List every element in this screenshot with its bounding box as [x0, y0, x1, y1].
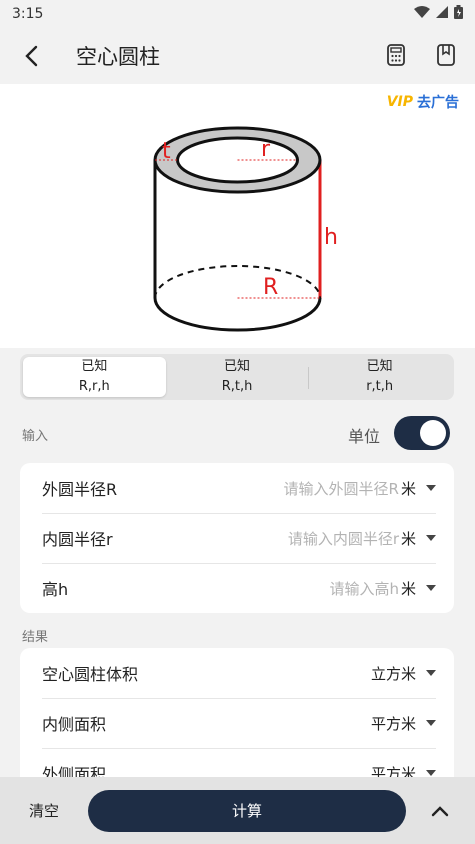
inner-radius-label: r — [261, 137, 271, 162]
signal-icon — [436, 6, 448, 22]
back-icon[interactable] — [0, 28, 62, 84]
chevron-down-icon[interactable] — [426, 585, 436, 591]
segment-line1: 已知 — [224, 359, 251, 374]
unit-toggle[interactable] — [394, 416, 450, 450]
outer-radius-row: 外圆半径R 请输入外圆半径R 米 — [20, 463, 454, 513]
chevron-down-icon[interactable] — [426, 670, 436, 676]
known-values-selector: 已知 R,r,h 已知 R,t,h 已知 r,t,h — [20, 354, 454, 400]
app-bar: 空心圆柱 — [0, 28, 475, 84]
app-bar-actions — [381, 40, 461, 70]
clear-button[interactable]: 清空 — [0, 800, 88, 821]
inner-area-label: 内侧面积 — [42, 715, 107, 734]
inner-radius-input[interactable]: 请输入内圆半径r — [288, 528, 399, 549]
input-card: 外圆半径R 请输入外圆半径R 米 内圆半径r 请输入内圆半径r 米 高h 请输入… — [20, 463, 454, 613]
result-card: 空心圆柱体积 立方米 内侧面积 平方米 外侧面积 平方米 — [20, 648, 454, 788]
segment-line1: 已知 — [81, 359, 108, 374]
status-icons — [414, 5, 463, 23]
inner-area-unit[interactable]: 平方米 — [371, 713, 416, 734]
segment-line2: r,t,h — [366, 379, 394, 394]
wifi-icon — [414, 6, 430, 22]
calculator-icon[interactable] — [381, 40, 411, 70]
result-section-label: 结果 — [22, 630, 49, 645]
volume-row: 空心圆柱体积 立方米 — [20, 648, 454, 698]
height-input[interactable]: 请输入高h — [329, 578, 399, 599]
chevron-up-icon[interactable] — [406, 805, 474, 817]
segment-r-t-h-inner[interactable]: 已知 r,t,h — [308, 357, 451, 397]
chevron-down-icon[interactable] — [426, 770, 436, 776]
segment-line1: 已知 — [366, 359, 393, 374]
segment-r-r-h[interactable]: 已知 R,r,h — [23, 357, 166, 397]
outer-radius-unit[interactable]: 米 — [401, 478, 416, 499]
outer-radius-label: R — [263, 275, 278, 300]
bookmark-icon[interactable] — [431, 40, 461, 70]
height-unit[interactable]: 米 — [401, 578, 416, 599]
battery-icon — [454, 5, 463, 23]
height-label: h — [324, 225, 338, 250]
remove-ads-label: 去广告 — [417, 95, 459, 111]
unit-toggle-label: 单位 — [348, 427, 381, 446]
input-section-label: 输入 — [22, 429, 49, 444]
inner-radius-unit[interactable]: 米 — [401, 528, 416, 549]
vip-badge: VIP — [386, 94, 413, 110]
bottom-action-bar: 清空 计算 — [0, 777, 475, 844]
volume-unit[interactable]: 立方米 — [371, 663, 416, 684]
inner-radius-row: 内圆半径r 请输入内圆半径r 米 — [20, 513, 454, 563]
inner-area-row: 内侧面积 平方米 — [20, 698, 454, 748]
height-row: 高h 请输入高h 米 — [20, 563, 454, 613]
height-label: 高h — [42, 580, 69, 599]
segment-r-t-h-outer[interactable]: 已知 R,t,h — [166, 357, 309, 397]
chevron-down-icon[interactable] — [426, 485, 436, 491]
hollow-cylinder-diagram: t r h R — [153, 126, 338, 332]
status-bar: 3:15 — [0, 0, 475, 28]
inner-radius-label: 内圆半径r — [42, 530, 113, 549]
outer-radius-input[interactable]: 请输入外圆半径R — [284, 478, 399, 499]
chevron-down-icon[interactable] — [426, 720, 436, 726]
toggle-knob — [420, 420, 446, 446]
status-time: 3:15 — [12, 6, 44, 22]
segment-line2: R,t,h — [221, 379, 253, 394]
segment-line2: R,r,h — [78, 379, 110, 394]
cylinder-figure: VIP 去广告 t r h R — [0, 84, 475, 348]
volume-label: 空心圆柱体积 — [42, 665, 139, 684]
calculate-button-label: 计算 — [231, 802, 262, 820]
page-title: 空心圆柱 — [76, 45, 160, 69]
segment-divider — [308, 367, 310, 389]
remove-ads-button[interactable]: VIP 去广告 — [387, 92, 459, 112]
chevron-down-icon[interactable] — [426, 535, 436, 541]
outer-radius-label: 外圆半径R — [42, 480, 118, 499]
thickness-label: t — [162, 139, 171, 164]
calculate-button[interactable]: 计算 — [88, 789, 406, 832]
